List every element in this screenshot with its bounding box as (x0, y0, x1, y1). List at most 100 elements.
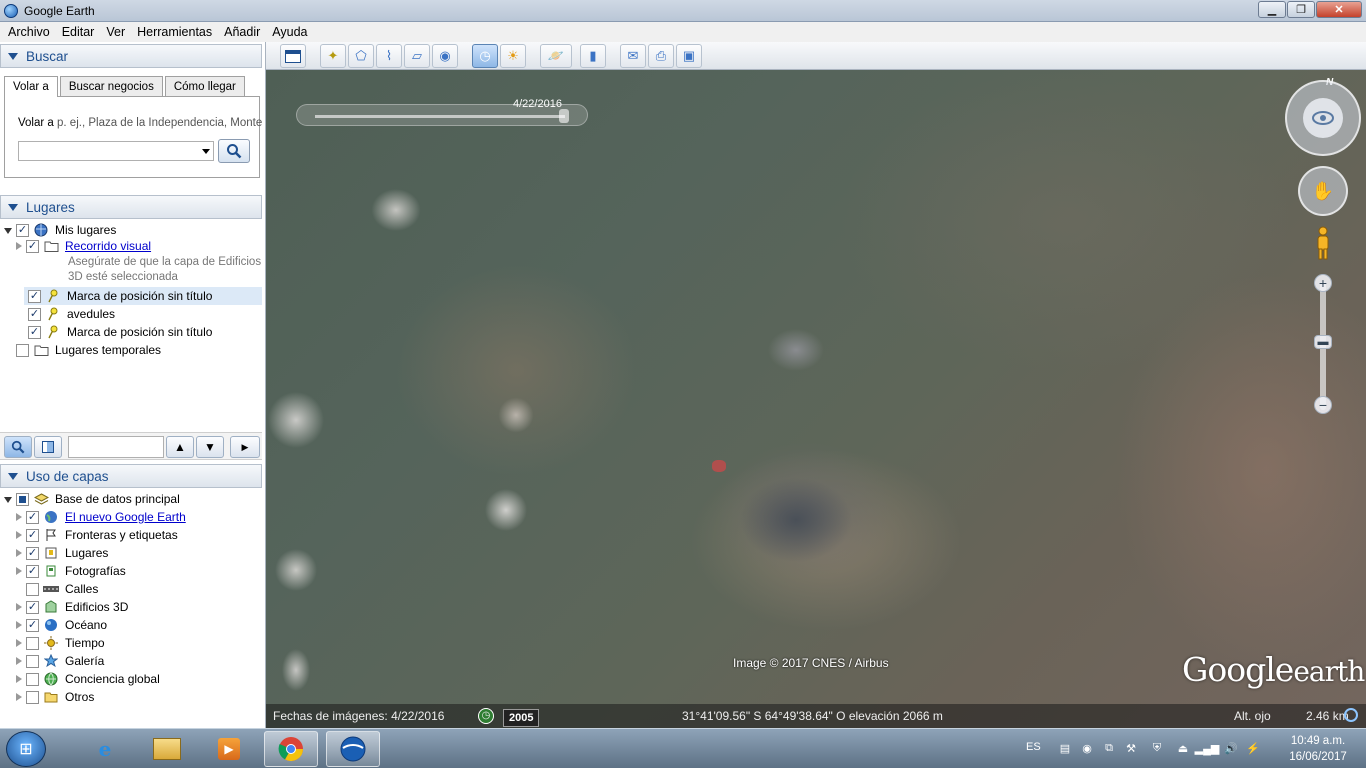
street-view-pegman-icon[interactable] (1315, 226, 1331, 262)
panel-toggle-button[interactable] (34, 436, 62, 458)
file-explorer-icon[interactable] (140, 731, 194, 767)
taskbar-clock[interactable]: 10:49 a.m. 16/06/2017 (1282, 733, 1354, 765)
tree-item-lugares-temporales[interactable]: Lugares temporales (16, 341, 161, 359)
menu-archivo[interactable]: Archivo (2, 22, 56, 42)
usb-tray-icon[interactable]: ⏏ (1176, 741, 1190, 755)
checkbox[interactable]: ✓ (26, 564, 39, 578)
look-control[interactable] (1285, 80, 1361, 156)
checkbox[interactable]: ✓ (26, 239, 39, 253)
security-tray-icon[interactable]: ⛨ (1150, 741, 1164, 755)
more-button[interactable]: ▶ (230, 436, 260, 458)
expand-icon[interactable] (16, 693, 22, 701)
expand-icon[interactable] (16, 567, 22, 575)
layer-item[interactable]: Conciencia global (16, 670, 160, 688)
checkbox[interactable] (26, 636, 39, 650)
record-tour-button[interactable]: ◉ (432, 44, 458, 68)
zoom-out-button[interactable]: − (1314, 396, 1332, 414)
print-button[interactable]: ⎙ (648, 44, 674, 68)
sidebar-toggle-button[interactable] (280, 44, 306, 68)
add-path-button[interactable]: ⌇ (376, 44, 402, 68)
expand-icon[interactable] (4, 497, 12, 503)
zoom-in-button[interactable]: + (1314, 274, 1332, 292)
tab-buscar-negocios[interactable]: Buscar negocios (59, 76, 163, 96)
layer-item[interactable]: Calles (16, 580, 98, 598)
oldest-imagery-year[interactable]: 2005 (503, 709, 540, 727)
move-control[interactable]: ✋ (1298, 166, 1348, 216)
fly-to-input[interactable] (18, 141, 214, 161)
checkbox[interactable]: ✓ (26, 618, 39, 632)
places-filter-input[interactable] (68, 436, 164, 458)
checkbox[interactable] (26, 672, 39, 686)
search-button[interactable] (218, 139, 250, 163)
checkbox[interactable]: ✓ (28, 289, 41, 303)
layer-item[interactable]: Otros (16, 688, 94, 706)
layer-item[interactable]: ✓ Lugares (16, 544, 108, 562)
add-image-overlay-button[interactable]: ▱ (404, 44, 430, 68)
menu-editar[interactable]: Editar (56, 22, 101, 42)
keyboard-tray-icon[interactable]: ▤ (1058, 741, 1072, 755)
checkbox[interactable]: ✓ (26, 528, 39, 542)
checkbox[interactable] (26, 582, 39, 596)
volume-icon[interactable]: 🔊 (1224, 741, 1238, 755)
move-up-button[interactable]: ▲ (166, 436, 194, 458)
expand-icon[interactable] (4, 228, 12, 234)
checkbox[interactable]: ✓ (26, 600, 39, 614)
power-tray-icon[interactable]: ⚡ (1246, 741, 1260, 755)
checkbox[interactable]: ✓ (16, 223, 29, 237)
media-player-icon[interactable]: ▶ (202, 731, 256, 767)
google-earth-taskbar-icon[interactable] (326, 731, 380, 767)
historical-clock-icon[interactable]: ◷ (478, 708, 494, 724)
layer-root[interactable]: Base de datos principal (4, 490, 180, 508)
tree-item-placemark-1[interactable]: ✓ Marca de posición sin título (24, 287, 262, 305)
add-placemark-button[interactable]: ✦ (320, 44, 346, 68)
checkbox[interactable] (26, 654, 39, 668)
layer-item[interactable]: ✓ Océano (16, 616, 107, 634)
places-section-header[interactable]: Lugares (0, 195, 262, 219)
internet-explorer-icon[interactable]: e (78, 731, 132, 767)
menu-herramientas[interactable]: Herramientas (131, 22, 218, 42)
layer-item[interactable]: Galería (16, 652, 104, 670)
network-share-tray-icon[interactable]: ⧉ (1102, 741, 1116, 755)
tree-item-recorrido-visual[interactable]: ✓ Recorrido visual (16, 237, 151, 255)
planets-button[interactable]: 🪐 (540, 44, 572, 68)
tree-item-avedules[interactable]: ✓ avedules (28, 305, 115, 323)
checkbox[interactable] (16, 492, 29, 506)
chrome-tray-icon[interactable]: ◉ (1080, 741, 1094, 755)
time-slider[interactable]: 4/22/2016 (296, 98, 588, 126)
checkbox[interactable]: ✓ (28, 325, 41, 339)
dropdown-arrow-icon[interactable] (202, 149, 210, 154)
layer-item[interactable]: ✓ El nuevo Google Earth (16, 508, 186, 526)
expand-icon[interactable] (16, 513, 22, 521)
expand-icon[interactable] (16, 549, 22, 557)
expand-icon[interactable] (16, 621, 22, 629)
tab-volar-a[interactable]: Volar a (4, 76, 58, 97)
signal-tray-icon[interactable]: ▂▄▆ (1195, 741, 1220, 755)
tools-tray-icon[interactable]: ⚒ (1124, 741, 1138, 755)
layer-item-label[interactable]: El nuevo Google Earth (65, 510, 186, 524)
layer-item[interactable]: Tiempo (16, 634, 105, 652)
expand-icon[interactable] (16, 531, 22, 539)
map-view[interactable] (266, 70, 1366, 728)
search-section-header[interactable]: Buscar (0, 44, 262, 68)
expand-icon[interactable] (16, 657, 22, 665)
checkbox[interactable]: ✓ (26, 510, 39, 524)
checkbox[interactable] (26, 690, 39, 704)
minimize-button[interactable]: ▁ (1258, 1, 1286, 18)
chrome-icon[interactable] (264, 731, 318, 767)
expand-icon[interactable] (16, 639, 22, 647)
tree-item-placemark-2[interactable]: ✓ Marca de posición sin título (28, 323, 212, 341)
checkbox[interactable]: ✓ (28, 307, 41, 321)
layer-item[interactable]: ✓ Edificios 3D (16, 598, 128, 616)
maximize-button[interactable]: ❐ (1287, 1, 1315, 18)
menu-anadir[interactable]: Añadir (218, 22, 266, 42)
layer-item[interactable]: ✓ Fotografías (16, 562, 126, 580)
layer-item[interactable]: ✓ Fronteras y etiquetas (16, 526, 178, 544)
close-button[interactable]: ✕ (1316, 1, 1362, 18)
expand-icon[interactable] (16, 242, 22, 250)
checkbox[interactable]: ✓ (26, 546, 39, 560)
expand-icon[interactable] (16, 603, 22, 611)
eye-icon[interactable] (1303, 98, 1343, 138)
start-button[interactable]: ⊞ (6, 731, 46, 767)
email-button[interactable]: ✉ (620, 44, 646, 68)
layers-section-header[interactable]: Uso de capas (0, 464, 262, 488)
